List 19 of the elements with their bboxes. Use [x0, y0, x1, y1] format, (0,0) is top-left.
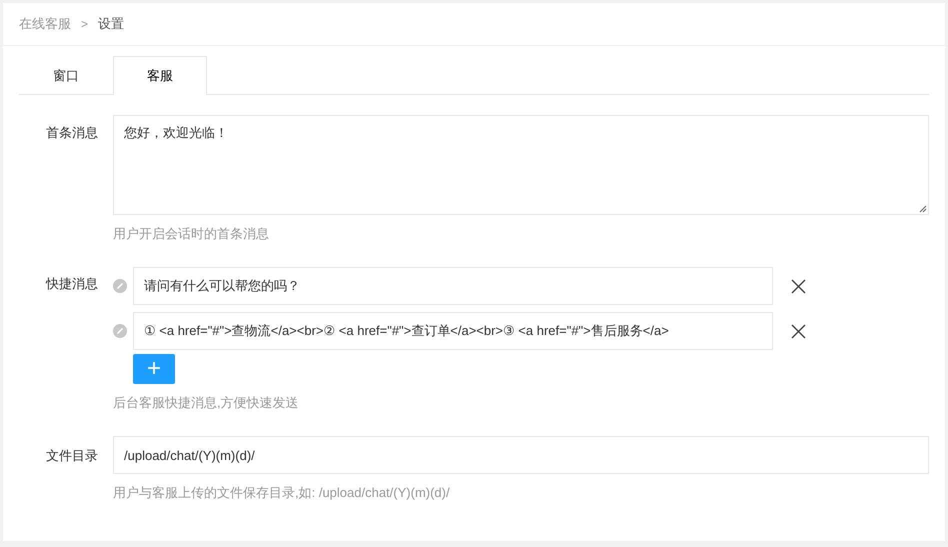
field-label: 文件目录 — [45, 447, 99, 465]
quick-message-field[interactable]: ① <a href="#">查物流</a><br>② <a href="#">查订单</a><br>③ <a href="#">售后服务</a> — [133, 312, 773, 350]
help-text: 用户与客服上传的文件保存目录,如: /upload/chat/(Y)(m)(d)/ — [113, 485, 451, 501]
tab[interactable]: 客服 — [113, 56, 207, 95]
field-label: 快捷消息 — [44, 275, 99, 293]
drag-handle-icon[interactable] — [113, 324, 127, 338]
breadcrumb-item[interactable]: 设置 — [98, 15, 124, 33]
help-text: 用户开启会话时的首条消息 — [113, 226, 270, 242]
close-icon[interactable] — [791, 278, 806, 294]
quick-message-field[interactable]: 请问有什么可以帮您的吗？ — [133, 267, 773, 305]
directory-field[interactable]: /upload/chat/(Y)(m)(d)/ — [113, 436, 929, 474]
close-icon[interactable] — [791, 324, 806, 338]
resize-grip-icon[interactable] — [919, 205, 927, 213]
message-field[interactable]: 您好，欢迎光临！ — [113, 115, 929, 215]
drag-handle-icon[interactable] — [113, 279, 127, 293]
tab[interactable]: 窗口 — [19, 56, 113, 94]
field-label: 首条消息 — [45, 124, 99, 142]
help-text: 后台客服快捷消息,方便快速发送 — [113, 395, 300, 411]
breadcrumb-separator: > — [81, 17, 88, 31]
